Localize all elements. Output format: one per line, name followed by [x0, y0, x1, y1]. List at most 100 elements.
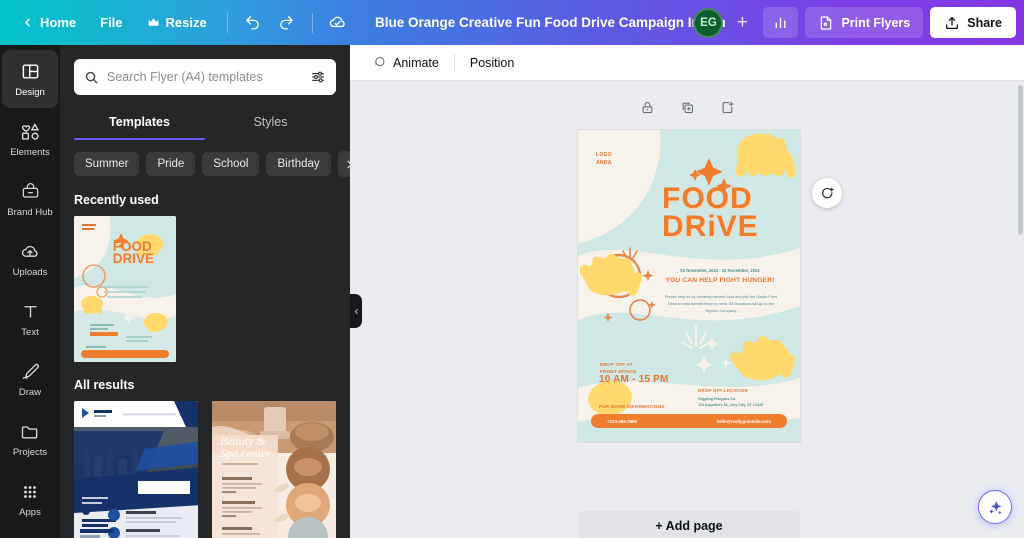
cloud-save-status-button[interactable] [322, 7, 354, 39]
sidebar-item-text[interactable]: Text [2, 290, 58, 348]
recent-template-food-drive[interactable]: FOOD DRIVE [74, 216, 176, 362]
toolbar-divider-1 [226, 12, 228, 33]
add-page-tool-button[interactable] [715, 95, 739, 119]
design-page[interactable]: LOGO ANDA FOOD DRiVE 02 November, 2024 -… [578, 130, 800, 442]
shuffle-design-button[interactable] [812, 178, 842, 208]
file-menu-label: File [100, 15, 123, 30]
undo-button[interactable] [237, 7, 269, 39]
add-page-icon [722, 101, 734, 113]
insights-button[interactable] [763, 7, 799, 38]
panel-tabs: Templates Styles [60, 107, 350, 140]
top-toolbar-right: EG + Print Flyers Share [693, 0, 1024, 45]
chevron-right-icon [347, 160, 350, 168]
insights-icon [776, 17, 786, 29]
result-template-business[interactable] [74, 401, 198, 538]
text-t-icon [21, 301, 40, 323]
design-title[interactable]: Blue Orange Creative Fun Food Drive Camp… [375, 0, 725, 45]
chips-next-button[interactable] [337, 151, 350, 177]
flyer-more-info-label[interactable]: FOR MORE INFORMATIONS [599, 404, 694, 409]
tab-templates-label: Templates [109, 115, 170, 129]
home-button[interactable]: Home [10, 9, 87, 36]
toolbar-divider-2 [311, 12, 313, 33]
crown-icon [148, 18, 158, 26]
duplicate-page-button[interactable] [675, 95, 699, 119]
result-template-spa[interactable]: Beauty & Spa center [212, 401, 336, 538]
resize-button-label: Resize [165, 15, 207, 30]
tab-styles[interactable]: Styles [205, 107, 336, 140]
position-label: Position [469, 55, 515, 70]
animate-button[interactable]: Animate [362, 50, 449, 75]
flyer-contact-bar[interactable]: +123-456-7890 hello@reallygreatsite.com [591, 414, 787, 428]
flyer-location-label[interactable]: DROP OFF LOCATION [698, 388, 782, 393]
context-divider [453, 53, 455, 72]
sidebar-item-uploads[interactable]: Uploads [2, 230, 58, 288]
magic-sparkle-icon [988, 500, 1002, 514]
redo-icon [280, 16, 294, 30]
sidebar-item-elements[interactable]: Elements [2, 110, 58, 168]
thumbnail-title: FOOD DRIVE [112, 238, 155, 267]
sidebar-item-draw[interactable]: Draw [2, 350, 58, 408]
animate-circle-icon [374, 56, 385, 67]
share-label: Share [967, 15, 1002, 30]
animate-label: Animate [393, 55, 439, 70]
search-input[interactable] [107, 70, 302, 84]
lock-icon [642, 101, 652, 113]
chip-pride[interactable]: Pride [146, 152, 196, 176]
thumbnail-art: FOOD DRIVE [74, 216, 176, 362]
filter-sliders-icon[interactable] [310, 69, 326, 85]
invite-collaborator-button[interactable]: + [730, 11, 754, 35]
flyer-location-text[interactable]: Giggling Platypus Co. 123 Anywhere St., … [698, 396, 788, 409]
page-tools [350, 95, 1024, 119]
sidebar-item-label: Elements [10, 146, 50, 158]
search-box[interactable] [74, 59, 336, 95]
sidebar-item-brand-hub[interactable]: Brand Hub [2, 170, 58, 228]
magic-ai-button[interactable] [978, 490, 1012, 524]
flyer-headline[interactable]: YOU CAN HELP FIGHT HUNGER! [652, 277, 788, 284]
recently-used-heading: Recently used [74, 193, 159, 207]
flyer-canvas[interactable]: LOGO ANDA FOOD DRiVE 02 November, 2024 -… [578, 130, 800, 442]
chip-birthday[interactable]: Birthday [266, 152, 331, 176]
sidebar-item-label: Apps [19, 506, 41, 518]
undo-icon [246, 16, 260, 30]
panel-collapse-handle[interactable] [350, 294, 362, 328]
top-toolbar: Home File Resize Blue Orange Creative Fu… [0, 0, 1024, 45]
avatar[interactable]: EG [693, 7, 724, 38]
all-results-heading: All results [74, 378, 135, 392]
duplicate-icon [682, 102, 693, 113]
redo-button[interactable] [271, 7, 303, 39]
lock-button[interactable] [635, 95, 659, 119]
chip-school[interactable]: School [202, 152, 260, 176]
flyer-logo-text[interactable]: LOGO ANDA [596, 152, 640, 168]
flyer-body-text[interactable]: Please help us by donating canned food a… [664, 293, 778, 315]
context-toolbar: Animate Position [350, 45, 1024, 81]
position-button[interactable]: Position [460, 51, 524, 75]
flyer-dates[interactable]: 02 November, 2024 - 22 November, 2024 [656, 268, 784, 274]
canvas-scrollbar[interactable] [1018, 85, 1023, 235]
category-chips: Summer Pride School Birthday [60, 140, 350, 177]
print-flyers-button[interactable]: Print Flyers [805, 7, 924, 38]
flyer-title[interactable]: FOOD DRiVE [662, 182, 794, 241]
sidebar-item-label: Projects [12, 446, 48, 458]
flyer-title-line1: FOOD [662, 182, 753, 215]
print-flyers-label: Print Flyers [841, 15, 911, 30]
left-nav-rail: Design Elements Brand Hub Uploads Text D… [0, 45, 60, 538]
search-icon [85, 71, 98, 83]
tab-templates[interactable]: Templates [74, 107, 205, 140]
recently-used-row: FOOD DRIVE [60, 216, 350, 362]
canva-editor-window: Home File Resize Blue Orange Creative Fu… [0, 0, 1024, 538]
resize-button[interactable]: Resize [136, 9, 218, 36]
sidebar-item-apps[interactable]: Apps [2, 470, 58, 528]
svg-text:Spa center: Spa center [220, 446, 271, 460]
flyer-dropoff-time[interactable]: 10 AM - 15 PM [599, 374, 694, 385]
add-page-button[interactable]: + Add page [578, 511, 800, 538]
share-button[interactable]: Share [930, 7, 1016, 38]
home-button-label: Home [40, 15, 77, 30]
file-menu-button[interactable]: File [89, 9, 133, 36]
business-art [74, 401, 198, 538]
templates-panel: Templates Styles Summer Pride School Bir… [60, 45, 350, 538]
sidebar-item-projects[interactable]: Projects [2, 410, 58, 468]
chip-summer[interactable]: Summer [74, 152, 140, 176]
sidebar-item-label: Uploads [12, 266, 48, 278]
upload-cloud-icon [20, 241, 40, 263]
sidebar-item-design[interactable]: Design [2, 50, 58, 108]
